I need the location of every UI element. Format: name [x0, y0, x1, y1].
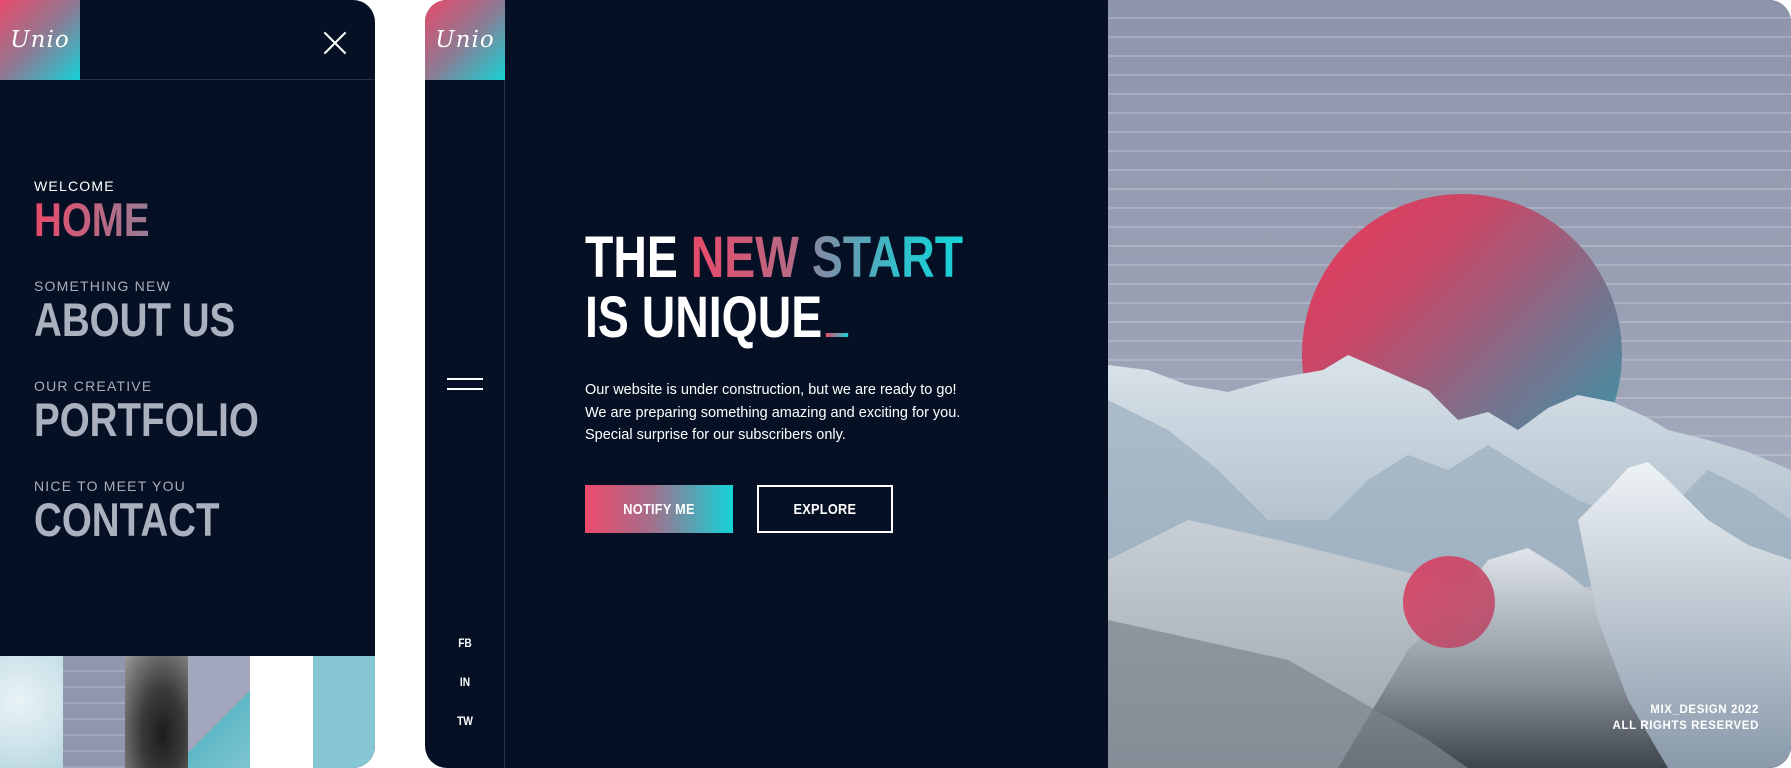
- menu-item-subtitle: WELCOME: [34, 178, 115, 194]
- menu-item-subtitle: NICE TO MEET YOU: [34, 478, 186, 494]
- social-link-twitter[interactable]: TW: [431, 714, 499, 728]
- logo-text: Unio: [435, 27, 495, 53]
- menu-item-title: CONTACT: [34, 493, 220, 546]
- hero-description: Our website is under construction, but w…: [585, 379, 985, 447]
- close-icon[interactable]: [318, 26, 352, 60]
- divider: [80, 79, 375, 80]
- description-line: We are preparing something amazing and e…: [585, 404, 961, 421]
- social-links: FB IN TW: [425, 636, 505, 753]
- page: Unio WELCOME HOME SOMETHING NEW ABOUT US…: [0, 0, 1791, 768]
- thumbnail-image: [125, 656, 188, 768]
- thumbnail-image: [312, 656, 375, 768]
- headline-word: THE: [585, 225, 678, 290]
- thumbnail-image: [62, 656, 125, 768]
- button-label: EXPLORE: [793, 500, 857, 518]
- sun-small-circle: [1403, 556, 1495, 648]
- menu-item-about-us[interactable]: SOMETHING NEW ABOUT US: [34, 278, 308, 344]
- menu-item-title: ABOUT US: [34, 293, 236, 346]
- menu-item-home[interactable]: WELCOME HOME: [34, 178, 308, 244]
- logo-text: Unio: [10, 27, 70, 53]
- hamburger-icon[interactable]: [447, 378, 483, 392]
- notify-me-button[interactable]: NOTIFY ME: [585, 485, 733, 533]
- footer-line: MIX_DESIGN 2022: [1650, 704, 1759, 716]
- logo[interactable]: Unio: [0, 0, 80, 80]
- menu-item-subtitle: OUR CREATIVE: [34, 378, 153, 394]
- thumbnail-image: [0, 656, 63, 768]
- explore-button[interactable]: EXPLORE: [757, 485, 893, 533]
- menu-item-portfolio[interactable]: OUR CREATIVE PORTFOLIO: [34, 378, 308, 444]
- thumbnail-image: [187, 656, 250, 768]
- mountains: [1108, 355, 1791, 768]
- description-line: Our website is under construction, but w…: [585, 382, 957, 398]
- hero-headline: THE NEW START IS UNIQUE: [585, 228, 963, 348]
- menu-item-contact[interactable]: NICE TO MEET YOU CONTACT: [34, 478, 308, 544]
- thumbnail-image: [250, 656, 313, 768]
- logo[interactable]: Unio: [425, 0, 505, 80]
- side-rail: Unio FB IN TW: [425, 0, 505, 768]
- menu-item-title: HOME: [34, 196, 259, 244]
- mountain-sun-illustration: MIX_DESIGN 2022 ALL RIGHTS RESERVED: [1108, 0, 1791, 768]
- menu-item-title: PORTFOLIO: [34, 393, 259, 446]
- main-menu: WELCOME HOME SOMETHING NEW ABOUT US OUR …: [34, 178, 308, 578]
- cursor-underscore: [825, 333, 848, 337]
- social-link-facebook[interactable]: FB: [431, 636, 499, 650]
- menu-item-subtitle: SOMETHING NEW: [34, 278, 171, 294]
- button-label: NOTIFY ME: [623, 500, 695, 518]
- headline-word-highlight: NEW: [690, 225, 799, 290]
- headline-word-highlight: START: [811, 225, 964, 290]
- description-line: Special surprise for our subscribers onl…: [585, 427, 846, 443]
- footer-line: ALL RIGHTS RESERVED: [1612, 720, 1759, 732]
- social-link-instagram[interactable]: IN: [431, 675, 499, 689]
- copyright-footer: MIX_DESIGN 2022 ALL RIGHTS RESERVED: [1613, 702, 1759, 734]
- desktop-hero: Unio FB IN TW THE NEW START IS UNIQUE Ou…: [425, 0, 1791, 768]
- headline-line: IS UNIQUE: [585, 285, 823, 350]
- mobile-menu-panel: Unio WELCOME HOME SOMETHING NEW ABOUT US…: [0, 0, 375, 768]
- image-strip: [0, 656, 375, 768]
